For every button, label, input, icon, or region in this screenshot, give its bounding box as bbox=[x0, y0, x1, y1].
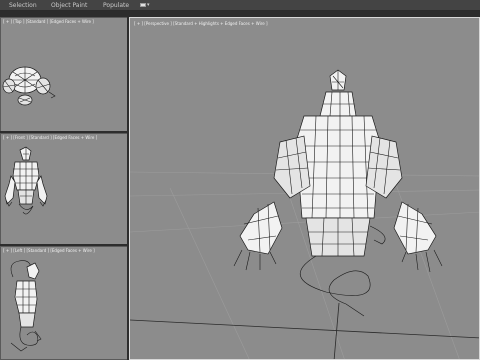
viewport-top[interactable]: [ + ] [Top ] [Standard ] [Edged Faces + … bbox=[0, 17, 128, 132]
tab-selection[interactable]: Selection bbox=[9, 1, 37, 10]
left-view-mesh bbox=[10, 260, 42, 352]
viewport-splitter-vertical[interactable] bbox=[127, 17, 129, 360]
viewport-front[interactable]: [ + ] [Front ] [Standard ] [Edged Faces … bbox=[0, 133, 128, 245]
tab-object-paint[interactable]: Object Paint bbox=[51, 1, 87, 10]
chevron-down-icon: ▾ bbox=[147, 2, 150, 8]
ribbon-toolbar: Selection Object Paint Populate ▾ bbox=[0, 0, 480, 11]
viewport-splitter-horizontal-1[interactable] bbox=[0, 131, 128, 133]
top-view-mesh bbox=[2, 66, 56, 106]
viewport-perspective[interactable]: [ + ] [Perspective ] [Standard + Highlig… bbox=[129, 17, 480, 360]
viewport-splitter-horizontal-2[interactable] bbox=[0, 244, 128, 246]
ribbon-options-icon bbox=[140, 3, 146, 7]
front-view-mesh bbox=[4, 146, 48, 215]
character-mesh bbox=[233, 69, 443, 317]
perspective-view-scene bbox=[130, 69, 479, 359]
viewport-left[interactable]: [ + ] [Left ] [Standard ] [Edged Faces +… bbox=[0, 246, 128, 360]
tab-populate[interactable]: Populate bbox=[103, 1, 129, 10]
ribbon-options-dropdown[interactable]: ▾ bbox=[140, 2, 152, 9]
